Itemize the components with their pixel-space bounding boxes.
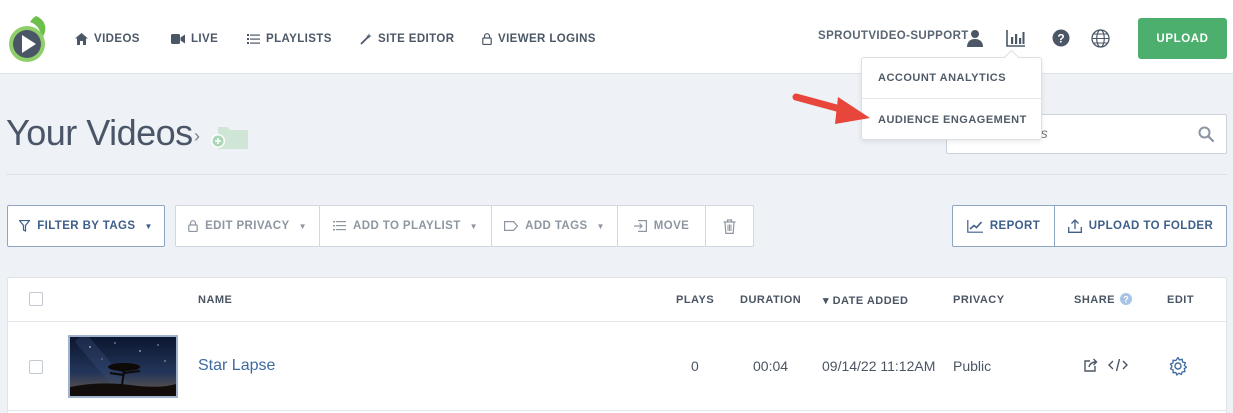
- add-tags-label: ADD TAGS: [525, 220, 588, 232]
- edit-privacy-button[interactable]: EDIT PRIVACY ▼: [175, 205, 320, 247]
- breadcrumb-chevron-icon: ›: [194, 126, 200, 146]
- move-icon: [633, 220, 647, 232]
- add-folder-icon[interactable]: [210, 124, 250, 155]
- plays-value: 0: [691, 358, 699, 374]
- home-icon: [75, 33, 88, 45]
- nav-site-editor[interactable]: SITE EDITOR: [360, 30, 454, 48]
- video-title-link[interactable]: Star Lapse: [198, 357, 275, 375]
- lock-icon: [482, 33, 492, 45]
- list-icon: [333, 221, 347, 231]
- globe-icon[interactable]: [1090, 28, 1110, 48]
- nav-videos-label: VIDEOS: [94, 33, 140, 45]
- nav-live[interactable]: LIVE: [171, 30, 218, 48]
- add-tags-button[interactable]: ADD TAGS ▼: [492, 205, 618, 247]
- analytics-chart-icon[interactable]: [1006, 28, 1026, 48]
- add-to-playlist-button[interactable]: ADD TO PLAYLIST ▼: [320, 205, 492, 247]
- upload-to-folder-label: UPLOAD TO FOLDER: [1088, 220, 1214, 232]
- nav-live-label: LIVE: [191, 33, 219, 45]
- header-divider: [8, 321, 1226, 322]
- sproutvideo-logo-icon[interactable]: [6, 14, 50, 64]
- column-header-share: SHARE: [1074, 294, 1116, 306]
- red-pointer-arrow-icon: [792, 93, 870, 124]
- date-added-value: 09/14/22 11:12AM: [822, 358, 936, 374]
- analytics-dropdown-menu: ACCOUNT ANALYTICS AUDIENCE ENGAGEMENT: [861, 49, 1042, 140]
- column-header-name[interactable]: NAME: [198, 294, 232, 306]
- help-icon[interactable]: ?: [1120, 293, 1132, 305]
- nav-viewer-logins[interactable]: VIEWER LOGINS: [482, 30, 596, 48]
- duration-value: 00:04: [753, 358, 789, 374]
- videos-table: NAME PLAYS DURATION ▾ DATE ADDED PRIVACY…: [7, 277, 1227, 413]
- upload-to-folder-button[interactable]: UPLOAD TO FOLDER: [1054, 205, 1227, 247]
- video-camera-icon: [171, 34, 185, 44]
- chevron-down-icon: ▼: [298, 221, 307, 231]
- nav-playlists[interactable]: PLAYLISTS: [247, 30, 332, 48]
- upload-icon: [1067, 219, 1082, 233]
- tag-icon: [504, 221, 519, 231]
- line-chart-icon: [967, 219, 983, 233]
- account-name[interactable]: SPROUTVIDEO-SUPPORT: [818, 30, 969, 42]
- row-divider: [8, 410, 1226, 411]
- privacy-value: Public: [953, 358, 992, 374]
- menu-item-account-analytics[interactable]: ACCOUNT ANALYTICS: [862, 58, 1041, 99]
- column-header-privacy[interactable]: PRIVACY: [953, 294, 1005, 306]
- trash-icon: [723, 218, 736, 234]
- column-header-plays[interactable]: PLAYS: [676, 294, 714, 306]
- nav-site-editor-label: SITE EDITOR: [378, 33, 455, 45]
- page-title: Your Videos: [6, 112, 193, 153]
- report-label: REPORT: [989, 220, 1041, 232]
- filter-by-tags-label: FILTER BY TAGS: [37, 220, 136, 232]
- nav-playlists-label: PLAYLISTS: [266, 33, 332, 45]
- filter-icon: [19, 220, 31, 232]
- search-icon[interactable]: [1198, 126, 1214, 142]
- share-icon[interactable]: [1084, 358, 1099, 372]
- upload-button[interactable]: UPLOAD: [1138, 18, 1227, 59]
- user-icon[interactable]: [965, 28, 985, 48]
- top-navigation-bar: VIDEOS LIVE PLAYLISTS SITE EDITOR VIEWER…: [0, 0, 1233, 74]
- column-header-date-added[interactable]: ▾ DATE ADDED: [823, 294, 908, 307]
- select-all-checkbox[interactable]: [29, 292, 43, 306]
- column-header-duration[interactable]: DURATION: [740, 294, 801, 306]
- column-header-edit: EDIT: [1167, 294, 1195, 306]
- nav-videos[interactable]: VIDEOS: [75, 30, 140, 48]
- move-label: MOVE: [653, 220, 690, 232]
- help-icon[interactable]: ?: [1051, 28, 1071, 48]
- video-thumbnail[interactable]: [68, 335, 178, 398]
- embed-code-icon[interactable]: [1108, 358, 1128, 372]
- filter-by-tags-button[interactable]: FILTER BY TAGS ▼: [7, 205, 165, 247]
- row-checkbox[interactable]: [29, 360, 43, 374]
- gear-icon[interactable]: [1168, 356, 1188, 376]
- nav-viewer-logins-label: VIEWER LOGINS: [498, 33, 596, 45]
- edit-privacy-label: EDIT PRIVACY: [205, 220, 290, 232]
- lock-icon: [188, 220, 198, 232]
- menu-item-audience-engagement[interactable]: AUDIENCE ENGAGEMENT: [862, 99, 1041, 140]
- magic-wand-icon: [360, 33, 372, 45]
- report-button[interactable]: REPORT: [952, 205, 1055, 247]
- chevron-down-icon: ▼: [469, 221, 478, 231]
- chevron-down-icon: ▼: [144, 221, 153, 231]
- chevron-down-icon: ▼: [596, 221, 605, 231]
- add-to-playlist-label: ADD TO PLAYLIST: [353, 220, 461, 232]
- svg-text:?: ?: [1123, 295, 1129, 305]
- svg-text:?: ?: [1057, 32, 1064, 46]
- move-button[interactable]: MOVE: [618, 205, 706, 247]
- list-icon: [247, 34, 260, 44]
- delete-button[interactable]: [706, 205, 754, 247]
- section-divider: [6, 174, 1227, 175]
